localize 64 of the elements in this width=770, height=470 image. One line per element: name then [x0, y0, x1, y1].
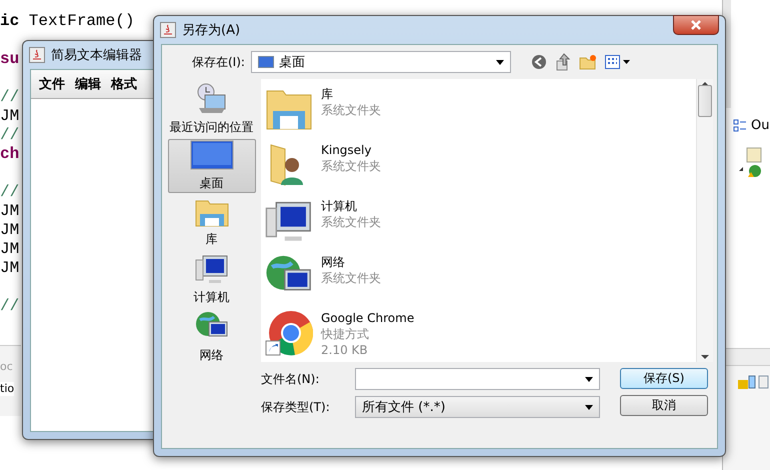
place-item[interactable]: 计算机 — [168, 251, 256, 307]
code-text: JM — [0, 240, 20, 258]
panel-row-text: tio — [0, 382, 14, 396]
code-text: ch — [0, 145, 20, 163]
outline-icon — [733, 118, 747, 132]
file-type-dropdown[interactable]: 所有文件 (*.*) — [355, 396, 600, 418]
up-folder-icon[interactable] — [554, 53, 571, 71]
window-title: 简易文本编辑器 — [51, 47, 142, 64]
file-detail: 系统文件夹 — [321, 103, 381, 118]
dropdown-caret-icon — [585, 404, 593, 410]
new-folder-icon[interactable] — [578, 54, 597, 70]
code-text: JM — [0, 202, 20, 220]
scroll-down-icon[interactable] — [701, 352, 709, 362]
app-icon — [29, 47, 45, 63]
file-detail: 系统文件夹 — [321, 215, 381, 230]
file-name[interactable]: Kingsely — [321, 143, 381, 158]
toolbar-icons[interactable] — [737, 374, 769, 390]
cancel-button[interactable]: 取消 — [620, 395, 708, 416]
field-label: 文件名(N): — [261, 370, 320, 388]
code-text: ic TextFrame() — [0, 12, 134, 30]
place-item[interactable]: 网络 — [168, 309, 256, 365]
file-detail: 系统文件夹 — [321, 159, 381, 174]
menu-item[interactable]: 文件 — [39, 75, 65, 93]
code-text: JM — [0, 259, 20, 277]
file-name[interactable]: 计算机 — [321, 199, 381, 214]
view-menu-icon[interactable] — [604, 55, 631, 69]
vertical-scrollbar[interactable] — [696, 79, 713, 362]
file-detail: 2.10 KB — [321, 343, 369, 358]
menu-item[interactable]: 编辑 — [75, 75, 101, 93]
close-button[interactable] — [673, 15, 719, 35]
save-button[interactable]: 保存(S) — [620, 368, 708, 389]
field-label: 保存在(I): — [192, 54, 245, 70]
place-item[interactable]: 最近访问的位置 — [168, 81, 256, 137]
dialog-title: 另存为(A) — [182, 22, 240, 39]
desktop-icon — [190, 140, 234, 172]
file-detail: 快捷方式 — [321, 327, 370, 342]
code-text: JM — [0, 107, 20, 125]
close-icon — [690, 20, 702, 30]
file-name[interactable]: Google Chrome — [321, 311, 414, 326]
horizontal-scrollbar[interactable] — [723, 348, 770, 366]
back-icon[interactable] — [530, 54, 547, 70]
save-in-dropdown[interactable]: 桌面 — [250, 51, 511, 73]
code-text: // — [0, 183, 20, 201]
desktop-icon — [258, 56, 274, 68]
browser-shortcut-icon — [265, 309, 313, 357]
file-name-field[interactable] — [355, 368, 600, 390]
menu-item[interactable]: 格式 — [111, 75, 137, 93]
code-text: JM — [0, 221, 20, 239]
file-detail: 系统文件夹 — [321, 271, 381, 286]
code-text: // — [0, 88, 20, 106]
app-icon — [160, 22, 176, 38]
outline-tab[interactable]: Ou — [751, 118, 770, 133]
code-text: // — [0, 126, 20, 144]
code-text: su — [0, 50, 20, 68]
place-item[interactable]: 桌面 — [168, 139, 256, 193]
dropdown-caret-icon — [585, 376, 593, 382]
recent-places-icon — [194, 82, 228, 116]
file-name[interactable]: 网络 — [321, 255, 381, 270]
place-item[interactable]: 库 — [168, 195, 256, 249]
file-name[interactable]: 库 — [321, 87, 381, 102]
code-text: // — [0, 297, 20, 315]
field-label: 保存类型(T): — [261, 398, 331, 416]
dropdown-caret-icon — [496, 60, 504, 64]
scroll-thumb[interactable] — [698, 84, 712, 116]
